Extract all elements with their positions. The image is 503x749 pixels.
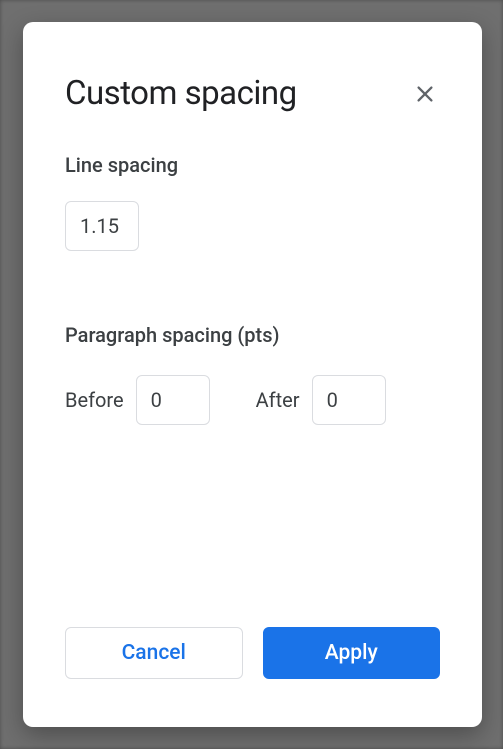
cancel-button[interactable]: Cancel [65,627,243,679]
paragraph-spacing-label: Paragraph spacing (pts) [65,323,440,347]
dialog-body: Line spacing Paragraph spacing (pts) Bef… [23,113,482,627]
custom-spacing-dialog: Custom spacing Line spacing Paragraph sp… [23,22,482,727]
apply-button[interactable]: Apply [263,627,441,679]
dialog-footer: Cancel Apply [23,627,482,727]
before-input[interactable] [136,375,210,425]
paragraph-spacing-section: Paragraph spacing (pts) Before After [65,323,440,425]
line-spacing-section: Line spacing [65,153,440,251]
line-spacing-input[interactable] [65,201,139,251]
close-icon [414,83,436,105]
line-spacing-label: Line spacing [65,153,440,177]
dialog-header: Custom spacing [23,22,482,113]
paragraph-spacing-row: Before After [65,375,440,425]
dialog-title: Custom spacing [65,74,297,113]
line-spacing-row [65,201,440,251]
before-label: Before [65,388,124,412]
after-input[interactable] [312,375,386,425]
after-label: After [256,388,300,412]
close-button[interactable] [410,79,440,109]
